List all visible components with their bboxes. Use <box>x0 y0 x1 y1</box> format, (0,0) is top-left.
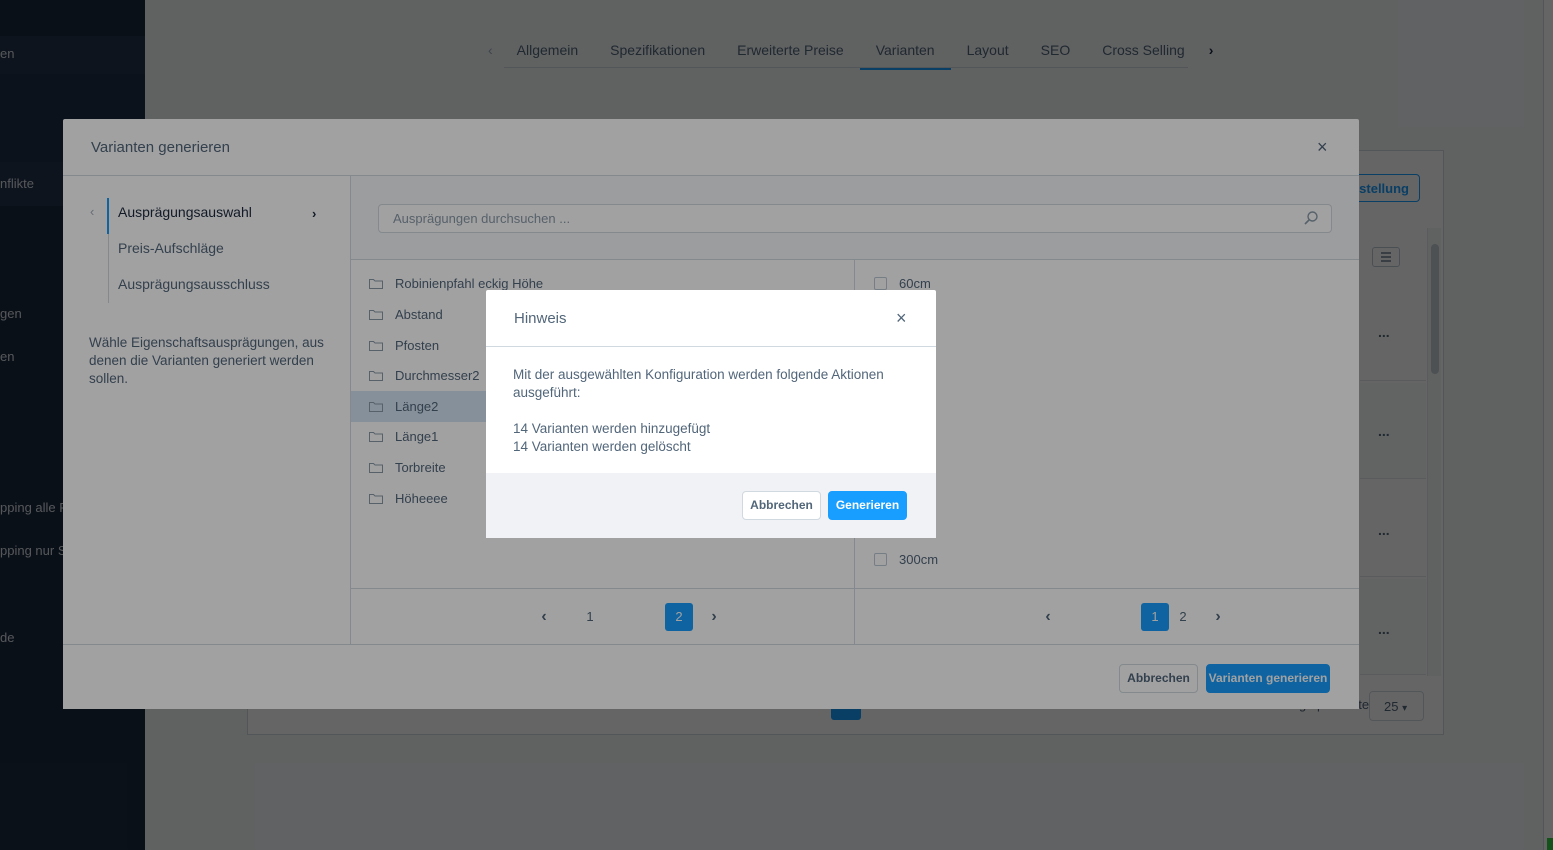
close-icon[interactable]: × <box>896 308 907 329</box>
hint-action-added: 14 Varianten werden hinzugefügt <box>513 421 711 436</box>
hint-cancel-button[interactable]: Abbrechen <box>742 491 821 520</box>
hint-title: Hinweis <box>514 310 567 327</box>
hint-modal: Hinweis × Mit der ausgewählten Konfigura… <box>486 290 936 538</box>
hint-footer: Abbrechen Generieren <box>486 473 936 538</box>
hint-generate-button[interactable]: Generieren <box>828 491 907 520</box>
hint-actions: 14 Varianten werden hinzugefügt 14 Varia… <box>513 420 909 456</box>
hint-action-deleted: 14 Varianten werden gelöscht <box>513 439 691 454</box>
hint-body: Mit der ausgewählten Konfiguration werde… <box>513 366 909 456</box>
hint-intro: Mit der ausgewählten Konfiguration werde… <box>513 367 884 400</box>
hint-header: Hinweis × <box>486 290 936 347</box>
